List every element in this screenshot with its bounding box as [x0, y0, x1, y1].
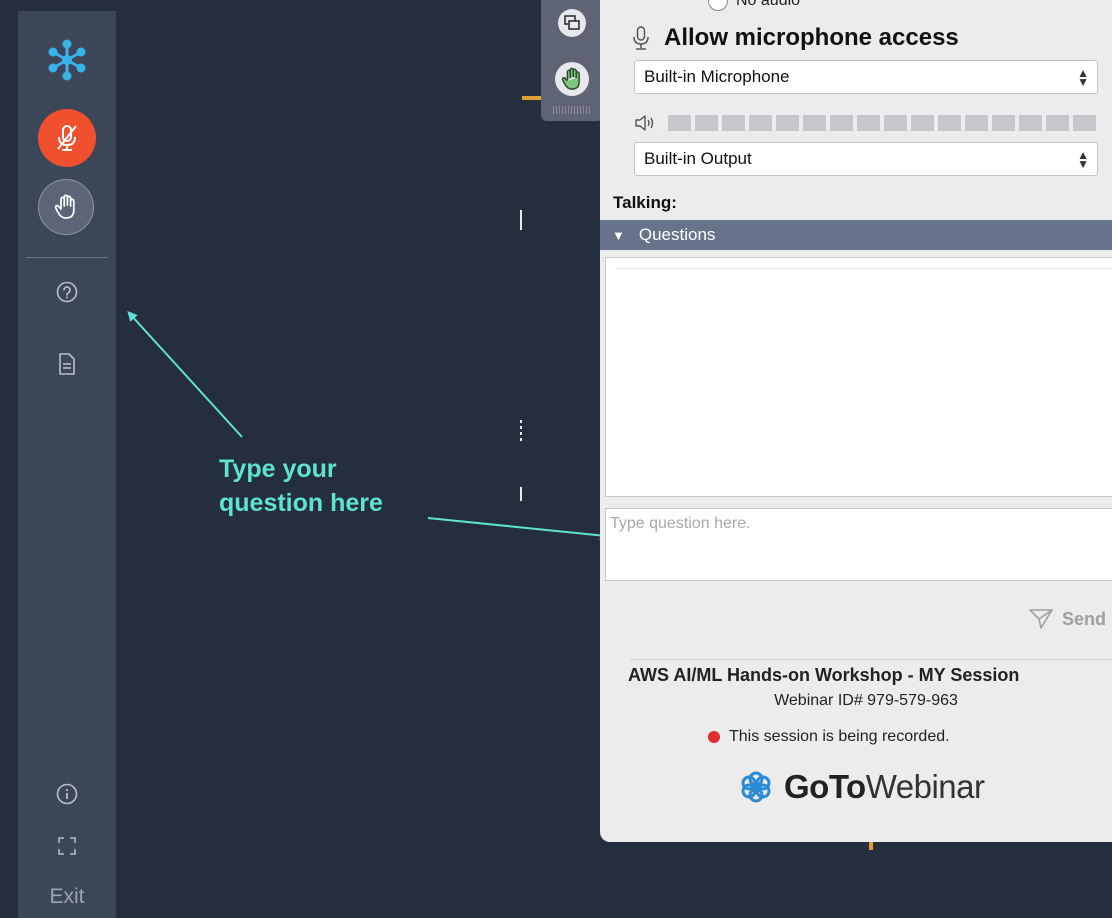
brand-go: GoTo — [784, 768, 866, 805]
control-panel: No audio Allow microphone access Built-i… — [600, 0, 1112, 842]
level-segment — [992, 115, 1015, 131]
send-label: Send — [1062, 608, 1107, 629]
mute-button[interactable] — [38, 109, 96, 167]
recording-notice-text: This session is being recorded. — [729, 728, 950, 745]
background-tick — [520, 420, 522, 444]
annotation-line-1: Type your — [219, 455, 337, 483]
microphone-icon — [633, 26, 649, 50]
level-segment — [884, 115, 907, 131]
level-segment — [830, 115, 853, 131]
background-tick — [520, 210, 522, 230]
hand-icon — [54, 194, 75, 219]
annotation-line-2: question here — [219, 489, 383, 517]
document-icon — [59, 353, 75, 375]
level-segment — [695, 115, 718, 131]
background-tick — [869, 842, 873, 850]
microphone-select[interactable]: Built-in Microphone ▲ ▼ — [634, 60, 1098, 94]
no-audio-label: No audio — [736, 0, 801, 9]
level-segment — [911, 115, 934, 131]
question-input[interactable] — [605, 508, 1112, 581]
gotowebinar-logo-icon — [38, 31, 96, 89]
brand-wordmark: GoToWebinar — [784, 768, 985, 806]
recording-dot-icon — [708, 731, 720, 743]
no-audio-option[interactable]: No audio — [708, 0, 800, 12]
floating-control-bar — [541, 0, 603, 121]
output-select-value: Built-in Output — [644, 149, 752, 168]
info-icon — [56, 783, 78, 805]
handouts-button[interactable] — [52, 349, 82, 379]
background-tick — [522, 96, 542, 100]
mic-access-title: Allow microphone access — [664, 24, 959, 51]
level-segment — [938, 115, 961, 131]
sidebar: Exit — [18, 11, 116, 918]
level-segment — [1019, 115, 1042, 131]
questions-log-divider — [616, 268, 1112, 269]
level-segment — [1073, 115, 1096, 131]
level-segment — [1046, 115, 1069, 131]
level-segment — [776, 115, 799, 131]
floating-raise-hand-button[interactable] — [555, 62, 589, 96]
session-title: AWS AI/ML Hands-on Workshop - MY Session — [628, 665, 1020, 685]
level-segment — [749, 115, 772, 131]
collapse-triangle-icon: ▼ — [612, 227, 625, 243]
fullscreen-button[interactable] — [52, 831, 82, 861]
footer-divider — [630, 659, 1112, 660]
recording-notice: This session is being recorded. — [708, 728, 950, 746]
exit-button[interactable]: Exit — [18, 885, 116, 909]
brand-webinar: Webinar — [865, 768, 985, 805]
microphone-select-value: Built-in Microphone — [644, 67, 790, 86]
talking-label: Talking: — [613, 193, 677, 212]
paper-plane-icon — [1029, 609, 1053, 629]
speaker-icon — [635, 115, 654, 131]
webinar-id: Webinar ID# 979-579-963 — [774, 692, 958, 709]
hand-icon — [561, 67, 580, 90]
select-arrows-icon: ▲ ▼ — [1077, 66, 1089, 89]
expand-icon — [58, 837, 76, 855]
speaker-level-meter — [634, 114, 1096, 132]
questions-header-label: Questions — [638, 225, 716, 244]
level-segment — [857, 115, 880, 131]
annotation-label: Type your question here — [219, 452, 439, 520]
questions-panel-button[interactable] — [52, 277, 82, 307]
level-segment — [722, 115, 745, 131]
screen-share-icon — [558, 9, 586, 37]
level-segment — [965, 115, 988, 131]
question-icon — [56, 281, 78, 303]
level-segment — [668, 115, 691, 131]
questions-log — [605, 257, 1112, 497]
no-audio-radio[interactable] — [708, 0, 728, 11]
level-segment — [803, 115, 826, 131]
send-button[interactable]: Send — [1028, 608, 1106, 630]
background-tick — [520, 487, 522, 501]
output-select[interactable]: Built-in Output ▲ ▼ — [634, 142, 1098, 176]
questions-section-header[interactable]: ▼ Questions — [600, 220, 1112, 250]
select-arrows-icon: ▲ ▼ — [1077, 148, 1089, 171]
raise-hand-button[interactable] — [38, 179, 94, 235]
microphone-access-row: Allow microphone access — [632, 24, 959, 52]
info-button[interactable] — [52, 779, 82, 809]
sidebar-divider — [26, 257, 108, 258]
drag-grip-handle[interactable] — [553, 106, 591, 114]
gotowebinar-brand: GoToWebinar — [738, 768, 985, 806]
screen-view-button[interactable] — [555, 6, 589, 40]
gotowebinar-flower-logo-icon — [741, 771, 771, 803]
mic-muted-icon — [57, 125, 77, 151]
